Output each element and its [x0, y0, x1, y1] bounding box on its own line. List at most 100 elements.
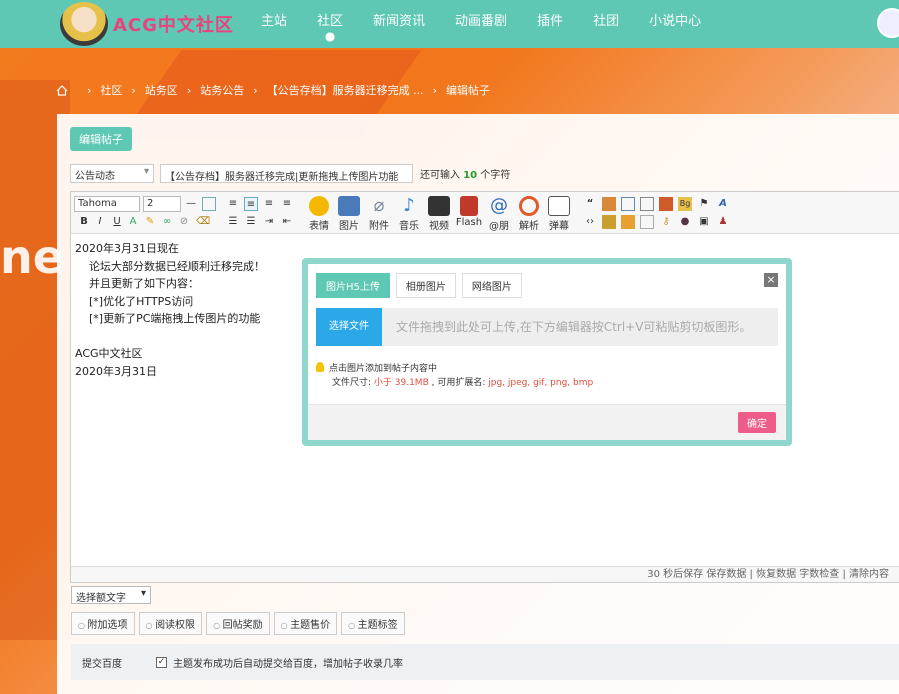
post-type-select[interactable]: 公告动态 — [70, 164, 154, 183]
attachment-button[interactable]: ⌀ 附件 — [363, 196, 395, 233]
breadcrumb-thread[interactable]: 【公告存档】服务器迁移完成 ... — [267, 82, 424, 98]
tab-album[interactable]: 相册图片 — [395, 273, 456, 298]
tip-ext-value: jpg, jpeg, gif, png, bmp — [488, 378, 594, 388]
italic-button[interactable]: I — [93, 215, 107, 229]
tab-edit-post[interactable]: 编辑帖子 — [70, 127, 132, 151]
image-button[interactable]: 图片 — [333, 196, 365, 232]
box-icon[interactable] — [640, 215, 654, 229]
chevron-right-icon: › — [253, 83, 258, 97]
smiley-icon — [309, 196, 329, 216]
option-reply-reward[interactable]: 回帖奖励 — [206, 612, 270, 635]
bg-icon[interactable]: Bg — [678, 197, 692, 211]
flash-button[interactable]: Flash — [453, 196, 485, 228]
indent-icon[interactable]: ⇥ — [262, 215, 276, 229]
title-input[interactable]: 【公告存档】服务器迁移完成|更新拖拽上传图片功能 — [160, 164, 413, 183]
font-family-select[interactable]: Tahoma — [74, 196, 140, 212]
site-logo-text[interactable]: ACG中文社区 — [113, 11, 234, 37]
font-color-icon[interactable]: A — [126, 215, 140, 229]
tab-web-image[interactable]: 网络图片 — [461, 273, 522, 298]
ordered-list-icon[interactable]: ☰ — [226, 215, 240, 229]
breadcrumb-community[interactable]: 社区 — [100, 82, 122, 98]
tv-icon[interactable]: ▣ — [697, 215, 711, 229]
underline-button[interactable]: U — [110, 215, 124, 229]
breadcrumb-announcements[interactable]: 站务公告 — [200, 82, 244, 98]
tab-h5-upload[interactable]: 图片H5上传 — [316, 273, 390, 298]
editor-line: 2020年3月31日现在 — [75, 242, 179, 255]
dialog-footer: 确定 — [308, 404, 786, 440]
tip-size-value: 小于 39.1MB — [373, 378, 429, 388]
align-justify-icon[interactable]: ≡ — [244, 197, 258, 211]
hint-suffix: 个字符 — [480, 170, 511, 181]
nav-item-main[interactable]: 主站 — [246, 0, 302, 44]
emoji-button[interactable]: 表情 — [303, 196, 335, 232]
parse-icon — [519, 196, 539, 216]
parse-button[interactable]: 解析 — [513, 196, 545, 232]
breadcrumb-forum-area[interactable]: 站务区 — [145, 82, 178, 98]
font-size-select[interactable]: 2 — [143, 196, 181, 212]
quote-icon[interactable]: “ — [583, 197, 597, 211]
chevron-right-icon: › — [186, 83, 192, 97]
code-icon[interactable]: ‹› — [583, 215, 597, 229]
align-left-icon[interactable]: ≡ — [226, 197, 240, 211]
options-row: 附加选项 阅读权限 回帖奖励 主题售价 主题标签 — [71, 612, 409, 635]
close-icon[interactable]: × — [764, 273, 778, 287]
table-icon[interactable] — [202, 197, 216, 211]
index-icon[interactable] — [640, 197, 654, 211]
flash-label: Flash — [455, 217, 483, 228]
qq-icon[interactable]: ♟ — [716, 215, 730, 229]
horizontal-rule-icon[interactable]: — — [184, 197, 198, 211]
clear-format-icon[interactable]: ⌫ — [196, 215, 210, 229]
tip-size-label: 文件尺寸: — [332, 378, 374, 388]
option-tags[interactable]: 主题标签 — [341, 612, 405, 635]
main-nav: 主站 社区 新闻资讯 动画番剧 插件 社团 小说中心 — [246, 0, 716, 44]
ball-icon[interactable]: ● — [678, 215, 692, 229]
flag-icon[interactable]: ⚑ — [697, 197, 711, 211]
option-price[interactable]: 主题售价 — [273, 612, 338, 635]
unordered-list-icon[interactable]: ☰ — [244, 215, 258, 229]
mention-button[interactable]: @ @朋 — [483, 196, 515, 233]
nav-item-clubs[interactable]: 社团 — [578, 0, 634, 44]
bold-button[interactable]: B — [77, 215, 91, 229]
breadcrumb: › 社区 › 站务区 › 站务公告 › 【公告存档】服务器迁移完成 ... › … — [56, 82, 490, 98]
video-button[interactable]: 视频 — [423, 196, 455, 232]
music-button[interactable]: ♪ 音乐 — [393, 196, 425, 233]
chevron-right-icon: › — [131, 83, 136, 97]
align-center-icon[interactable]: ≡ — [262, 197, 276, 211]
user-avatar[interactable] — [877, 8, 899, 38]
baidu-label: 提交百度 — [82, 658, 122, 670]
hide-icon[interactable] — [602, 215, 616, 229]
sticker-icon[interactable] — [659, 197, 673, 211]
nav-item-community[interactable]: 社区 — [302, 0, 358, 44]
baidu-checkbox[interactable]: ✓ — [156, 656, 167, 668]
key-icon[interactable]: ⚷ — [659, 215, 673, 229]
attachment-label: 附件 — [369, 221, 389, 232]
option-extra[interactable]: 附加选项 — [71, 612, 135, 635]
password-icon[interactable] — [621, 215, 635, 229]
chevron-right-icon: › — [432, 83, 438, 97]
drop-zone[interactable]: 选择文件 文件拖拽到此处可上传,在下方编辑器按Ctrl+V可粘贴剪切板图形。 — [316, 308, 778, 346]
outdent-icon[interactable]: ⇤ — [280, 215, 294, 229]
page-icon[interactable] — [621, 197, 635, 211]
extra-text-select[interactable]: 选择额文字 — [71, 586, 151, 604]
nav-item-novel[interactable]: 小说中心 — [634, 0, 716, 44]
danmaku-button[interactable]: 弹幕 — [543, 196, 575, 232]
emoji-label: 表情 — [309, 221, 329, 232]
font-style-icon[interactable]: A — [716, 197, 730, 211]
editor-status-bar[interactable]: 30 秒后保存 保存数据 | 恢复数据 字数检查 | 清除内容 — [71, 566, 899, 582]
confirm-button[interactable]: 确定 — [738, 412, 776, 433]
nav-item-anime[interactable]: 动画番剧 — [440, 0, 522, 44]
free-icon[interactable] — [602, 197, 616, 211]
lightbulb-icon — [316, 362, 324, 372]
home-icon[interactable] — [56, 84, 68, 96]
baidu-checkbox-label[interactable]: 主题发布成功后自动提交给百度，增加帖子收录几率 — [173, 655, 403, 670]
highlight-icon[interactable]: ✎ — [143, 215, 157, 229]
logo-mascot[interactable] — [60, 2, 108, 46]
link-icon[interactable]: ∞ — [160, 215, 174, 229]
nav-item-news[interactable]: 新闻资讯 — [358, 0, 440, 44]
align-right-icon[interactable]: ≡ — [280, 197, 294, 211]
hint-prefix: 还可输入 — [420, 170, 460, 181]
choose-file-button[interactable]: 选择文件 — [316, 308, 382, 346]
unlink-icon[interactable]: ⊘ — [177, 215, 191, 229]
option-read-permission[interactable]: 阅读权限 — [138, 612, 203, 635]
nav-item-plugins[interactable]: 插件 — [522, 0, 578, 44]
